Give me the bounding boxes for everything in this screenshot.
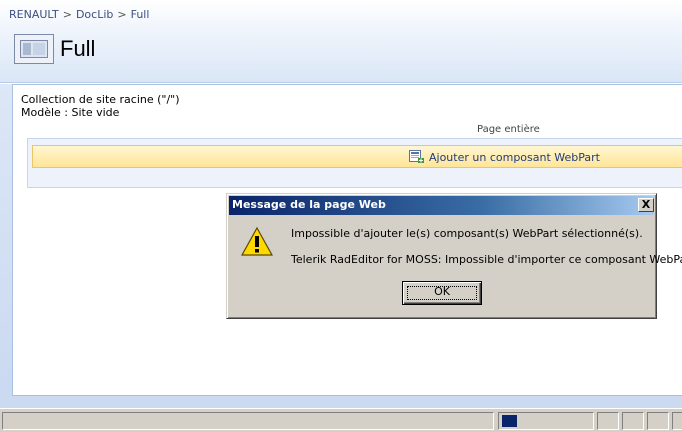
dialog-titlebar[interactable]: Message de la page Web X: [229, 196, 654, 215]
dialog-detail-message: Telerik RadEditor for MOSS: Impossible d…: [291, 253, 682, 266]
add-webpart-label: Ajouter un composant WebPart: [429, 151, 600, 164]
add-webpart-icon: [409, 150, 424, 163]
page-footer-region: [0, 396, 682, 408]
ok-button[interactable]: OK: [402, 281, 482, 305]
status-bar: [0, 408, 682, 432]
breadcrumb-link-doclib[interactable]: DocLib: [76, 8, 113, 21]
breadcrumb-current: Full: [130, 8, 150, 21]
progress-indicator: [502, 415, 517, 427]
page-header: RENAULT > DocLib > Full Full: [0, 0, 682, 83]
site-template-label: Modèle : Site vide: [21, 106, 120, 119]
site-collection-label: Collection de site racine ("/"): [21, 93, 180, 106]
dialog-title: Message de la page Web: [232, 198, 386, 211]
breadcrumb-separator: >: [117, 8, 127, 21]
warning-icon: [241, 226, 273, 256]
focus-ring: [407, 286, 477, 300]
status-pane: [647, 412, 669, 430]
status-text-pane: [2, 412, 494, 430]
dialog-message: Impossible d'ajouter le(s) composant(s) …: [291, 227, 643, 240]
zone-label: Page entière: [477, 124, 540, 135]
breadcrumb: RENAULT > DocLib > Full: [9, 8, 149, 21]
status-pane: [622, 412, 644, 430]
site-info: Collection de site racine ("/") Modèle :…: [21, 93, 180, 119]
status-progress-pane: [498, 412, 594, 430]
status-pane: [597, 412, 619, 430]
page-layout-icon: [14, 34, 54, 64]
close-icon[interactable]: X: [638, 198, 654, 212]
breadcrumb-separator: >: [62, 8, 72, 21]
status-pane: [672, 412, 682, 430]
page-title: Full: [60, 36, 96, 61]
add-webpart-button[interactable]: Ajouter un composant WebPart: [32, 145, 682, 168]
message-dialog: Message de la page Web X Impossible d'aj…: [226, 193, 682, 319]
left-nav-region: [0, 84, 12, 406]
breadcrumb-link-renault[interactable]: RENAULT: [9, 8, 59, 21]
